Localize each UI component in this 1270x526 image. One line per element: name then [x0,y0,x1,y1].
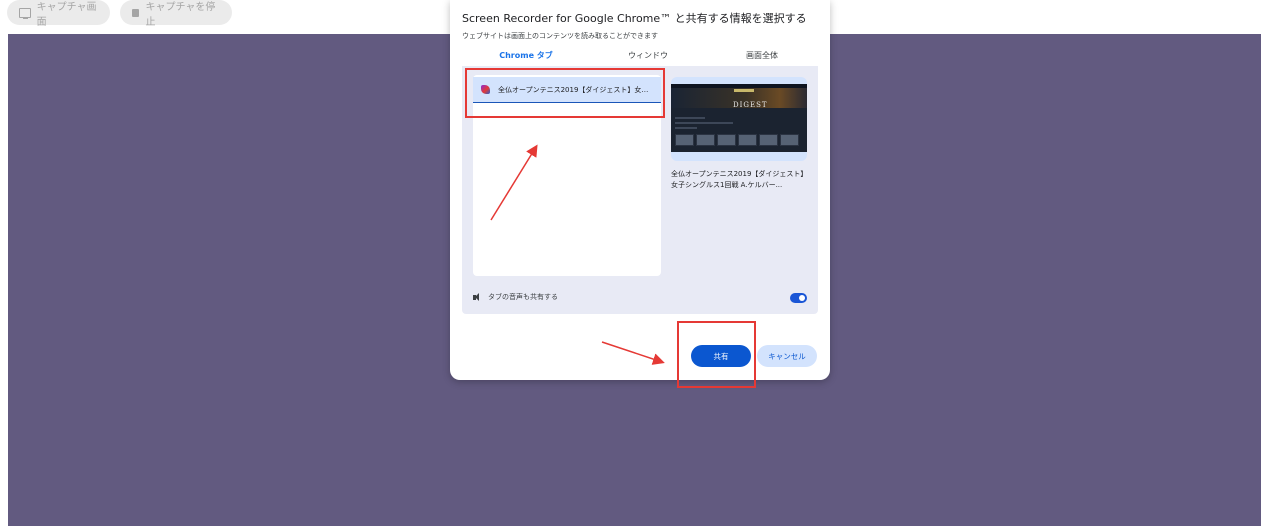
annotation-arrows [490,144,665,365]
arrow-to-share-button [601,341,665,365]
arrow-to-tab-item [490,144,538,221]
